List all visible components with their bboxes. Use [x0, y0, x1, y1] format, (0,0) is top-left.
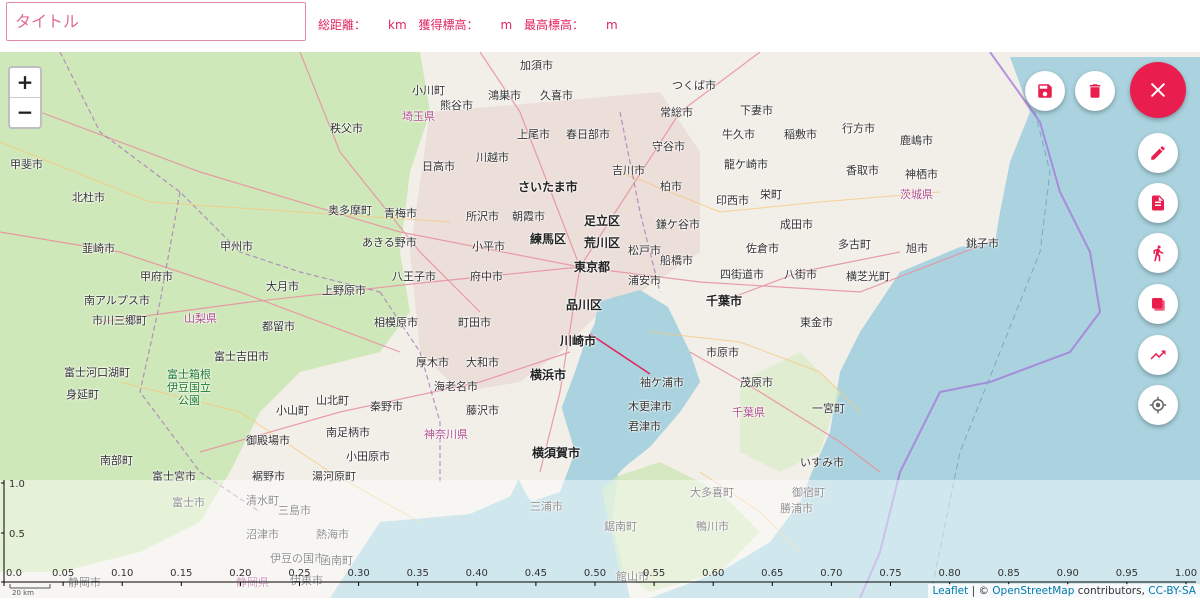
delete-button[interactable]	[1075, 71, 1115, 111]
elevation-x-tick: 0.10	[111, 568, 133, 579]
elevation-x-tick: 0.20	[229, 568, 251, 579]
elevation-x-tick: 0.80	[938, 568, 960, 579]
license-link[interactable]: CC-BY-SA	[1148, 585, 1196, 597]
elevation-y-tick: 1.0	[9, 480, 25, 490]
file-icon	[1152, 195, 1164, 211]
save-icon	[1038, 84, 1052, 98]
elevation-y-tick: 0.5	[9, 529, 25, 540]
leaflet-link[interactable]: Leaflet	[932, 585, 968, 597]
distance-label: 総距離：	[318, 18, 367, 32]
scale-bar-label: 20 km	[12, 589, 34, 597]
zoom-out-button[interactable]: −	[10, 97, 40, 127]
route-stats: 総距離： km 獲得標高： m 最高標高： m	[318, 16, 626, 33]
zoom-control: + −	[8, 66, 42, 129]
elevation-x-tick: 0.55	[643, 568, 665, 579]
elevation-axes: 0.5 1.0 0.0 0.05 0.10 0.15 0.20 0.25 0.30 0.35 0.…	[1, 480, 1197, 597]
pencil-icon	[1151, 146, 1165, 160]
elevation-x-tick: 0.40	[466, 568, 488, 579]
elevation-x-tick: 0.0	[6, 568, 22, 579]
edit-button[interactable]	[1138, 133, 1178, 173]
close-menu-button[interactable]	[1130, 62, 1186, 118]
elevation-x-tick: 0.95	[1116, 568, 1138, 579]
trending-up-icon	[1150, 350, 1166, 360]
map-canvas[interactable]: 加須市 つくば市 鴻巣市 久喜市 小川町 熊谷市 常総市 下妻市 埼玉県 上尾市…	[0, 52, 1200, 598]
locate-button[interactable]	[1138, 385, 1178, 425]
elevation-x-tick: 0.15	[170, 568, 192, 579]
header-bar: 総距離： km 獲得標高： m 最高標高： m	[0, 0, 1200, 52]
map-attribution: Leaflet | © OpenStreetMap contributors, …	[928, 584, 1200, 598]
gain-label: 獲得標高：	[418, 18, 479, 32]
attribution-separator: | ©	[968, 585, 993, 597]
walk-icon	[1153, 245, 1164, 262]
save-button[interactable]	[1025, 71, 1065, 111]
elevation-x-tick: 0.45	[525, 568, 547, 579]
elevation-x-tick: 1.00	[1175, 568, 1197, 579]
elevation-x-tick: 0.35	[407, 568, 429, 579]
gain-unit: m	[500, 18, 513, 32]
elevation-x-tick: 0.65	[761, 568, 783, 579]
file-button[interactable]	[1138, 183, 1178, 223]
elevation-x-tick: 0.70	[820, 568, 842, 579]
elevation-x-tick: 0.50	[584, 568, 606, 579]
close-icon	[1151, 83, 1165, 97]
elevation-x-tick: 0.60	[702, 568, 724, 579]
osm-link[interactable]: OpenStreetMap	[992, 585, 1074, 597]
distance-unit: km	[388, 18, 407, 32]
max-elevation-unit: m	[606, 18, 618, 32]
zoom-in-button[interactable]: +	[10, 68, 40, 97]
title-input[interactable]	[6, 2, 306, 41]
elevation-profile: 0.5 1.0 0.0 0.05 0.10 0.15 0.20 0.25 0.30 0.35 0.…	[0, 480, 1200, 598]
attribution-contributors: contributors,	[1074, 585, 1149, 597]
layers-button[interactable]	[1138, 284, 1178, 324]
layers-icon	[1152, 298, 1165, 311]
elevation-x-tick: 0.75	[879, 568, 901, 579]
elevation-x-tick: 0.25	[288, 568, 310, 579]
elevation-x-tick: 0.85	[998, 568, 1020, 579]
max-elevation-label: 最高標高：	[524, 18, 585, 32]
crosshair-icon	[1149, 396, 1167, 414]
elevation-chart-button[interactable]	[1138, 335, 1178, 375]
elevation-x-tick: 0.30	[347, 568, 369, 579]
walk-button[interactable]	[1138, 233, 1178, 273]
elevation-x-tick: 0.05	[52, 568, 74, 579]
elevation-x-tick: 0.90	[1057, 568, 1079, 579]
trash-icon	[1089, 84, 1101, 98]
